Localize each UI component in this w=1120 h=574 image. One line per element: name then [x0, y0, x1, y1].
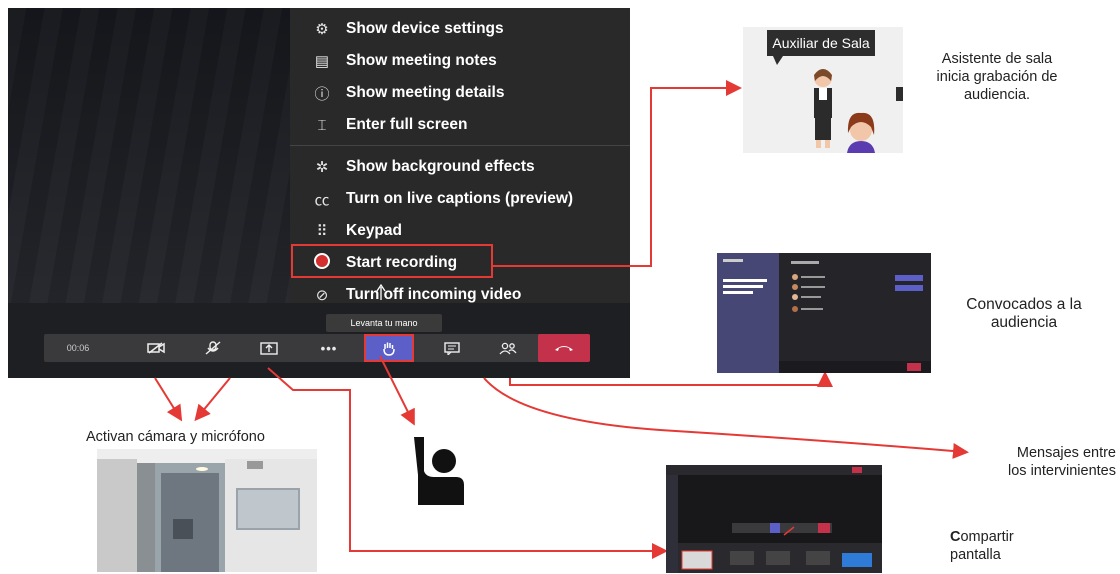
assistant-image: Auxiliar de Sala: [743, 27, 903, 153]
caption-assistant: Asistente de sala inicia grabación de au…: [936, 51, 1058, 103]
arrow-recording-to-assistant: [493, 80, 742, 267]
caption-attendees: Convocados a la audiencia: [966, 296, 1082, 331]
arrow-camera-to-room: [154, 377, 183, 422]
attendees-image: [717, 253, 931, 373]
arrow-share-to-screen: [267, 367, 668, 559]
share-screen-image: [666, 465, 882, 573]
arrow-chat-to-messages: [483, 377, 969, 459]
arrow-hand: [379, 355, 415, 426]
caption-share-screen-initial: C: [950, 529, 961, 545]
raise-hand-icon-large: [414, 437, 464, 505]
arrow-mic-to-room: [194, 377, 231, 422]
caption-share-screen-rest: ompartir pantalla: [950, 529, 1014, 563]
caption-camera-mic: Activan cámara y micrófono: [86, 429, 265, 445]
caption-share-screen: Compartir pantalla: [950, 528, 1070, 564]
courtroom-photo: [97, 449, 317, 572]
arrow-participants-to-attendees: [509, 371, 833, 387]
caption-messages: Mensajes entre los intervinientes: [1008, 445, 1116, 479]
